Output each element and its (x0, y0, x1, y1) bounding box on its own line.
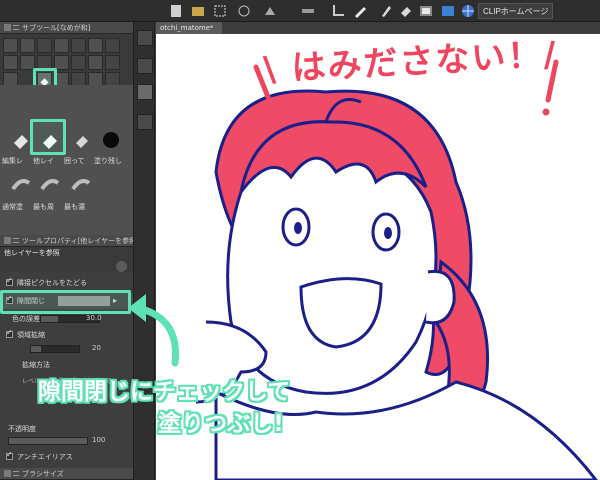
follow-adjacent-checkbox[interactable] (6, 276, 13, 286)
callout-text: 隙間閉じにチェックして 塗りつぶし! (38, 372, 290, 438)
ruler-icon[interactable] (300, 3, 316, 19)
follow-adjacent-label: 隣接ピクセルをたどる (17, 279, 87, 287)
close-icon[interactable] (4, 470, 11, 477)
scaling-method-row: 拡縮方法 (0, 358, 133, 372)
ruler-tool-icon[interactable] (105, 38, 120, 53)
tool-property-name-row: 他レイヤーを参照 (0, 247, 133, 259)
move-tool-icon[interactable] (54, 38, 69, 53)
grip-icon[interactable] (13, 25, 19, 30)
grip-icon[interactable] (13, 471, 19, 476)
document-tab[interactable]: otchi_matome* (156, 22, 222, 34)
subtool-label-closest: 最も周 (33, 203, 54, 211)
subtool-list: 編集レ 他レイ 囲って 塗り残し 通常塗 最も周 最も濃 (0, 85, 133, 235)
subtool-label-remaining: 塗り残し (94, 157, 122, 165)
open-file-icon[interactable] (190, 3, 206, 19)
pen-icon[interactable] (352, 3, 368, 19)
select-icon[interactable] (212, 3, 228, 19)
color-margin-value: 30.0 (86, 314, 102, 322)
eraser-icon[interactable] (398, 3, 414, 19)
antialiasing-row: アンチエイリアス (0, 450, 133, 464)
close-icon[interactable] (4, 24, 11, 31)
area-scaling-checkbox[interactable] (6, 328, 13, 338)
lasso-tool-icon[interactable] (88, 38, 103, 53)
transform-icon[interactable] (236, 3, 252, 19)
area-scaling-slider[interactable] (30, 345, 80, 353)
hand-tool-icon[interactable] (20, 38, 35, 53)
brush-icon[interactable] (378, 3, 394, 19)
eraser-tool-icon[interactable] (105, 55, 120, 70)
antialiasing-checkbox[interactable] (6, 450, 13, 460)
subtool-panel-header: サブツール[なめが和] (0, 22, 133, 34)
color-margin-label: 色の誤差 (12, 315, 40, 323)
area-scaling-slider-row: 20 (0, 342, 133, 356)
normal-fill-icon[interactable] (6, 169, 36, 199)
undo-icon[interactable] (137, 84, 153, 100)
new-file-icon[interactable] (168, 3, 184, 19)
app-window: CLIPホームページ サブツール[なめが和] 編集レ 他レイ 囲って 塗り残し … (0, 0, 600, 480)
fill-remaining-icon[interactable] (96, 125, 126, 155)
history-icon[interactable] (137, 114, 153, 130)
snap-icon[interactable] (262, 3, 278, 19)
globe-icon[interactable] (460, 3, 476, 19)
scaling-method-label: 拡縮方法 (22, 361, 50, 369)
subtool-label-darkest: 最も濃 (64, 203, 85, 211)
color-margin-row: 色の誤差 30.0 (0, 312, 133, 326)
brush-size-header: ブラシサイズ (0, 468, 133, 480)
subtool-name: 他レイヤーを参照 (4, 249, 60, 257)
eyedropper-tool-icon[interactable] (3, 55, 18, 70)
operation-tool-icon[interactable] (37, 38, 52, 53)
follow-adjacent-row: 隣接ピクセルをたどる (0, 276, 133, 290)
enclose-fill-icon[interactable] (66, 125, 96, 155)
opacity-label: 不透明度 (8, 425, 36, 433)
navigator-icon[interactable] (137, 30, 153, 46)
area-scaling-value: 20 (92, 344, 101, 352)
subtool-label-enclose: 囲って (64, 157, 85, 165)
tool-property-header: ツールプロパティ[他レイヤーを参照] (0, 235, 139, 247)
close-gap-highlight (0, 290, 131, 314)
other-layer-highlight (30, 119, 66, 155)
opacity-slider[interactable] (8, 437, 88, 445)
document-tab-strip (156, 22, 600, 34)
area-scaling-row: 領域拡縮 (0, 328, 133, 342)
subtool-panel-title: サブツール[なめが和] (22, 24, 91, 32)
command-bar: CLIPホームページ (0, 0, 600, 22)
decoration-tool-icon[interactable] (88, 55, 103, 70)
tool-property-title: ツールプロパティ[他レイヤーを参照] (22, 237, 139, 245)
crop-icon[interactable] (330, 3, 346, 19)
selection-tool-icon[interactable] (71, 38, 86, 53)
close-icon[interactable] (4, 237, 11, 244)
closest-fill-icon[interactable] (35, 169, 65, 199)
zoom-tool-icon[interactable] (3, 38, 18, 53)
subtool-label-other-layer: 他レイ (33, 157, 54, 165)
airbrush-tool-icon[interactable] (71, 55, 86, 70)
settings-icon[interactable] (116, 261, 127, 272)
grip-icon[interactable] (13, 238, 19, 243)
antialiasing-label: アンチエイリアス (17, 453, 73, 461)
layer-icon[interactable] (418, 3, 434, 19)
arrow-icon (128, 294, 180, 367)
callout-line-2: 塗りつぶし! (158, 411, 284, 437)
darkest-fill-icon[interactable] (66, 169, 96, 199)
tool-grid (0, 35, 133, 87)
layer-property-icon[interactable] (137, 58, 153, 74)
color-icon[interactable] (440, 3, 456, 19)
area-scaling-label: 領域拡縮 (17, 331, 45, 339)
subtool-label-normal: 通常塗 (2, 203, 23, 211)
callout-line-1: 隙間閉じにチェックして (38, 379, 291, 405)
brush-size-title: ブラシサイズ (22, 470, 64, 478)
subtool-label-edit-layer: 編集レ (2, 157, 23, 165)
clip-homepage-button[interactable]: CLIPホームページ (478, 3, 554, 19)
